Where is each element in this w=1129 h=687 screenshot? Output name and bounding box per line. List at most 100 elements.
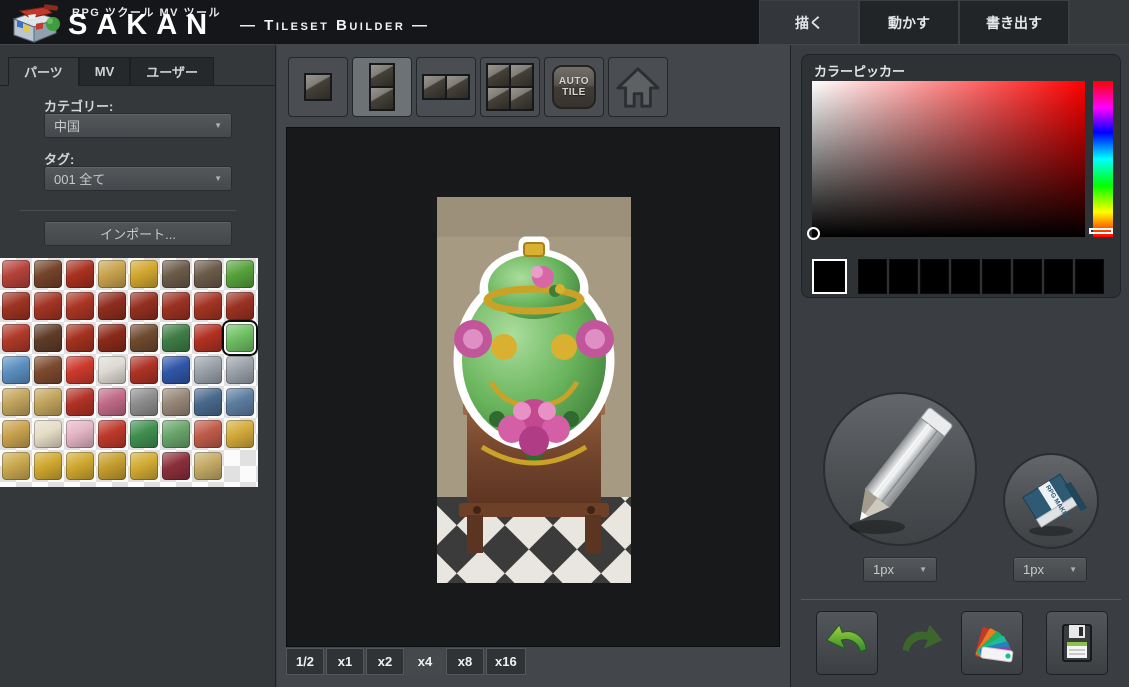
palette-tile[interactable] (66, 324, 94, 352)
save-button[interactable] (1046, 611, 1108, 675)
mode-tab-書き出す[interactable]: 書き出す (959, 0, 1069, 44)
palette-tile[interactable] (130, 292, 158, 320)
tag-dropdown[interactable]: 001 全て ▼ (44, 166, 232, 191)
palette-tile[interactable] (194, 324, 222, 352)
palette-tile[interactable] (162, 420, 190, 448)
home-button[interactable] (608, 57, 668, 117)
palette-tile[interactable] (98, 420, 126, 448)
zoom-button-x1[interactable]: x1 (326, 648, 364, 675)
palette-tile[interactable] (34, 452, 62, 480)
palette-tile[interactable] (66, 388, 94, 416)
palette-tile[interactable] (2, 260, 30, 288)
palette-tile[interactable] (34, 420, 62, 448)
color-swatch[interactable] (858, 259, 887, 294)
palette-tile[interactable] (98, 324, 126, 352)
palette-tile[interactable] (66, 356, 94, 384)
zoom-button-x2[interactable]: x2 (366, 648, 404, 675)
palette-tile[interactable] (2, 356, 30, 384)
palette-tile[interactable] (130, 420, 158, 448)
palette-tile[interactable] (2, 420, 30, 448)
palette-tile[interactable] (66, 292, 94, 320)
palette-tile[interactable] (2, 292, 30, 320)
palette-tile[interactable] (226, 420, 254, 448)
palette-tile[interactable] (194, 292, 222, 320)
zoom-button-x16[interactable]: x16 (486, 648, 526, 675)
color-swatch[interactable] (1013, 259, 1042, 294)
palette-tile[interactable] (194, 452, 222, 480)
tile-shape-2x2-button[interactable] (480, 57, 540, 117)
redo-button[interactable] (891, 611, 953, 675)
eraser-tool-button[interactable]: RPG MAKER (1003, 453, 1099, 549)
palette-tile[interactable] (130, 388, 158, 416)
palette-tile[interactable] (34, 388, 62, 416)
hue-bar[interactable] (1093, 81, 1113, 237)
import-button[interactable]: インポート... (44, 221, 232, 246)
palette-tile[interactable] (34, 292, 62, 320)
parts-tab-パーツ[interactable]: パーツ (8, 57, 79, 86)
palette-tile[interactable] (194, 420, 222, 448)
palette-tile[interactable] (194, 356, 222, 384)
palette-tile[interactable] (162, 260, 190, 288)
sv-cursor[interactable] (807, 227, 820, 240)
palette-tile[interactable] (226, 356, 254, 384)
mode-tab-動かす[interactable]: 動かす (859, 0, 959, 44)
palette-tile[interactable] (162, 292, 190, 320)
palette-tile[interactable] (34, 260, 62, 288)
zoom-button-x4[interactable]: x4 (406, 648, 444, 675)
pencil-size-dropdown[interactable]: 1px ▼ (863, 557, 937, 582)
palette-tile[interactable] (130, 356, 158, 384)
palette-tile[interactable] (2, 324, 30, 352)
palette-tile[interactable] (130, 324, 158, 352)
pencil-tool-button[interactable] (823, 392, 977, 546)
palette-tile[interactable] (162, 452, 190, 480)
tile-shape-2x1-button[interactable] (416, 57, 476, 117)
palette-tile[interactable] (98, 292, 126, 320)
palette-tile[interactable] (194, 260, 222, 288)
color-swatch[interactable] (889, 259, 918, 294)
palette-tile[interactable] (98, 388, 126, 416)
color-swatch[interactable] (920, 259, 949, 294)
palette-tile[interactable] (2, 388, 30, 416)
tile-palette[interactable] (0, 258, 258, 487)
palette-tile[interactable] (2, 452, 30, 480)
palette-tile[interactable] (66, 260, 94, 288)
mode-tab-描く[interactable]: 描く (759, 0, 859, 44)
palette-button[interactable] (961, 611, 1023, 675)
tile-shape-1x2-button[interactable] (352, 57, 412, 117)
tile-shape-1x1-button[interactable] (288, 57, 348, 117)
palette-tile[interactable] (226, 292, 254, 320)
palette-tile[interactable] (130, 452, 158, 480)
palette-tile[interactable] (194, 388, 222, 416)
color-swatch[interactable] (1044, 259, 1073, 294)
undo-button[interactable] (816, 611, 878, 675)
palette-tile[interactable] (34, 324, 62, 352)
hue-cursor[interactable] (1089, 228, 1113, 234)
saturation-value-box[interactable] (812, 81, 1085, 237)
current-color-swatch[interactable] (812, 259, 847, 294)
palette-tile[interactable] (162, 388, 190, 416)
zoom-button-1/2[interactable]: 1/2 (286, 648, 324, 675)
color-swatch[interactable] (982, 259, 1011, 294)
category-dropdown[interactable]: 中国 ▼ (44, 113, 232, 138)
palette-tile[interactable] (66, 420, 94, 448)
autotile-button[interactable]: AUTO TILE (544, 57, 604, 117)
palette-tile[interactable] (98, 260, 126, 288)
parts-tab-MV[interactable]: MV (79, 57, 131, 86)
palette-icon (969, 620, 1015, 666)
palette-tile[interactable] (34, 356, 62, 384)
color-swatch[interactable] (1075, 259, 1104, 294)
parts-tab-ユーザー[interactable]: ユーザー (130, 57, 214, 86)
palette-tile[interactable] (226, 260, 254, 288)
zoom-button-x8[interactable]: x8 (446, 648, 484, 675)
palette-tile[interactable] (130, 260, 158, 288)
palette-tile[interactable] (98, 452, 126, 480)
color-swatch[interactable] (951, 259, 980, 294)
drawing-canvas[interactable] (286, 127, 780, 647)
palette-tile[interactable] (162, 356, 190, 384)
palette-tile[interactable] (162, 324, 190, 352)
palette-tile[interactable] (66, 452, 94, 480)
palette-tile[interactable] (98, 356, 126, 384)
eraser-size-dropdown[interactable]: 1px ▼ (1013, 557, 1087, 582)
palette-tile[interactable] (226, 324, 254, 352)
palette-tile[interactable] (226, 388, 254, 416)
